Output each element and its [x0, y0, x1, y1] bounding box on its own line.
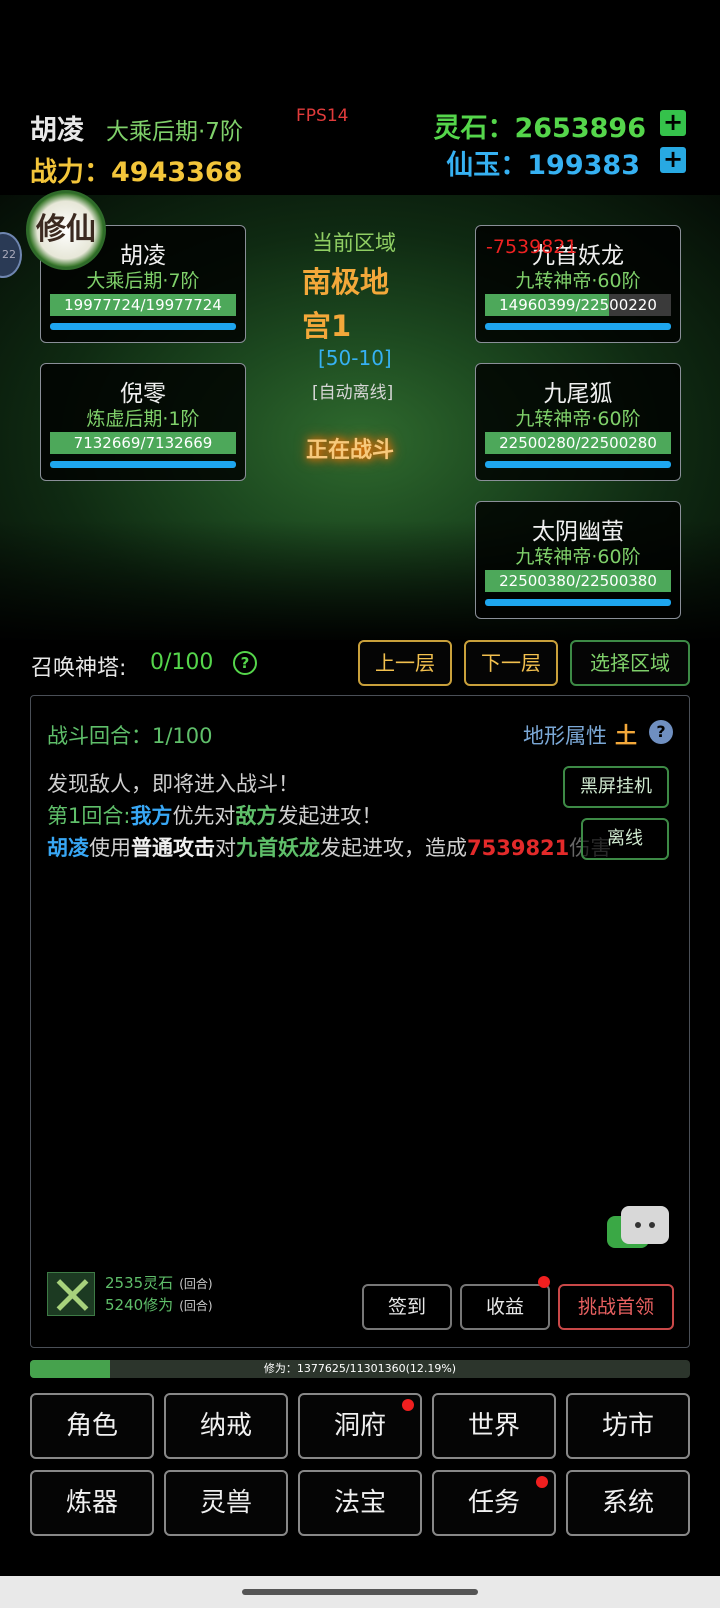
zone-name: 南极地宫1	[302, 265, 390, 343]
hp-bar: 22500280/22500280	[485, 432, 671, 454]
hp-bar: 22500380/22500380	[485, 570, 671, 592]
reward-spirit-stone: 2535灵石 (回合)	[105, 1274, 213, 1292]
battle-status: 正在战斗	[306, 438, 395, 463]
notification-dot	[538, 1276, 550, 1288]
menu-market[interactable]: 坊市	[566, 1393, 690, 1459]
notification-dot	[536, 1476, 548, 1488]
enemy-card-taiyin-firefly[interactable]: 太阴幽萤 九转神帝·60阶 22500380/22500380	[475, 501, 681, 619]
add-spirit-stone-button[interactable]: +	[660, 110, 686, 136]
ally-card-ni-ling[interactable]: 倪零 炼虚后期·1阶 7132669/7132669	[40, 363, 246, 481]
prev-floor-button[interactable]: 上一层	[358, 640, 452, 686]
summon-tower-label: 召唤神塔:	[31, 656, 127, 681]
mana-bar	[485, 461, 671, 468]
jade-balance: 仙玉：199383	[446, 150, 640, 181]
player-name: 胡凌	[30, 115, 84, 146]
mana-bar	[50, 461, 236, 468]
spirit-stone-balance: 灵石：2653896	[433, 113, 646, 144]
combat-power: 战力：4943368	[30, 157, 243, 188]
status-header: 胡凌 大乘后期·7阶 FPS14 战力：4943368 灵石：2653896 +…	[0, 0, 720, 200]
select-zone-button[interactable]: 选择区域	[570, 640, 690, 686]
tower-help-icon[interactable]: ?	[233, 651, 257, 675]
hp-bar: 14960399/22500220	[485, 294, 671, 316]
game-logo-icon[interactable]: 修仙	[26, 190, 106, 270]
menu-spirit-beast[interactable]: 灵兽	[164, 1470, 288, 1536]
battle-round: 战斗回合：1/100	[47, 724, 213, 748]
battle-log-panel: 战斗回合：1/100 地形属性 土 ? 发现敌人，即将进入战斗！ 第1回合:我方…	[30, 695, 690, 1348]
next-floor-button[interactable]: 下一层	[464, 640, 558, 686]
zone-label: 当前区域	[312, 231, 396, 255]
system-nav-bar	[0, 1576, 720, 1608]
menu-storage-ring[interactable]: 纳戒	[164, 1393, 288, 1459]
fps-counter: FPS14	[296, 106, 349, 126]
home-gesture-bar[interactable]	[242, 1589, 478, 1595]
auto-offline-status: [自动离线]	[312, 383, 394, 403]
crossed-swords-icon	[47, 1272, 95, 1316]
enemy-card-nine-tailed-fox[interactable]: 九尾狐 九转神帝·60阶 22500280/22500280	[475, 363, 681, 481]
challenge-boss-button[interactable]: 挑战首领	[558, 1284, 674, 1330]
terrain-label: 地形属性	[523, 724, 607, 748]
blackscreen-afk-button[interactable]: 黑屏挂机	[563, 766, 669, 808]
damage-float-text: -7539821	[486, 236, 578, 258]
reward-cultivation: 5240修为 (回合)	[105, 1296, 213, 1314]
offline-button[interactable]: 离线	[581, 818, 669, 860]
menu-system[interactable]: 系统	[566, 1470, 690, 1536]
menu-character[interactable]: 角色	[30, 1393, 154, 1459]
menu-forge[interactable]: 炼器	[30, 1470, 154, 1536]
menu-world[interactable]: 世界	[432, 1393, 556, 1459]
chat-icon[interactable]	[607, 1206, 673, 1260]
add-jade-button[interactable]: +	[660, 147, 686, 173]
sign-in-button[interactable]: 签到	[362, 1284, 452, 1330]
mana-bar	[485, 323, 671, 330]
cultivation-progress-bar: 修为：1377625/11301360(12.19%)	[30, 1360, 690, 1378]
mana-bar	[485, 599, 671, 606]
hp-bar: 7132669/7132669	[50, 432, 236, 454]
zone-range: [50-10]	[318, 346, 392, 370]
hp-bar: 19977724/19977724	[50, 294, 236, 316]
player-realm: 大乘后期·7阶	[106, 119, 243, 145]
notification-dot	[402, 1399, 414, 1411]
menu-treasure[interactable]: 法宝	[298, 1470, 422, 1536]
terrain-help-icon[interactable]: ?	[649, 720, 673, 744]
summon-tower-count: 0/100	[150, 650, 214, 675]
income-button[interactable]: 收益	[460, 1284, 550, 1330]
terrain-value: 土	[614, 724, 637, 749]
mana-bar	[50, 323, 236, 330]
